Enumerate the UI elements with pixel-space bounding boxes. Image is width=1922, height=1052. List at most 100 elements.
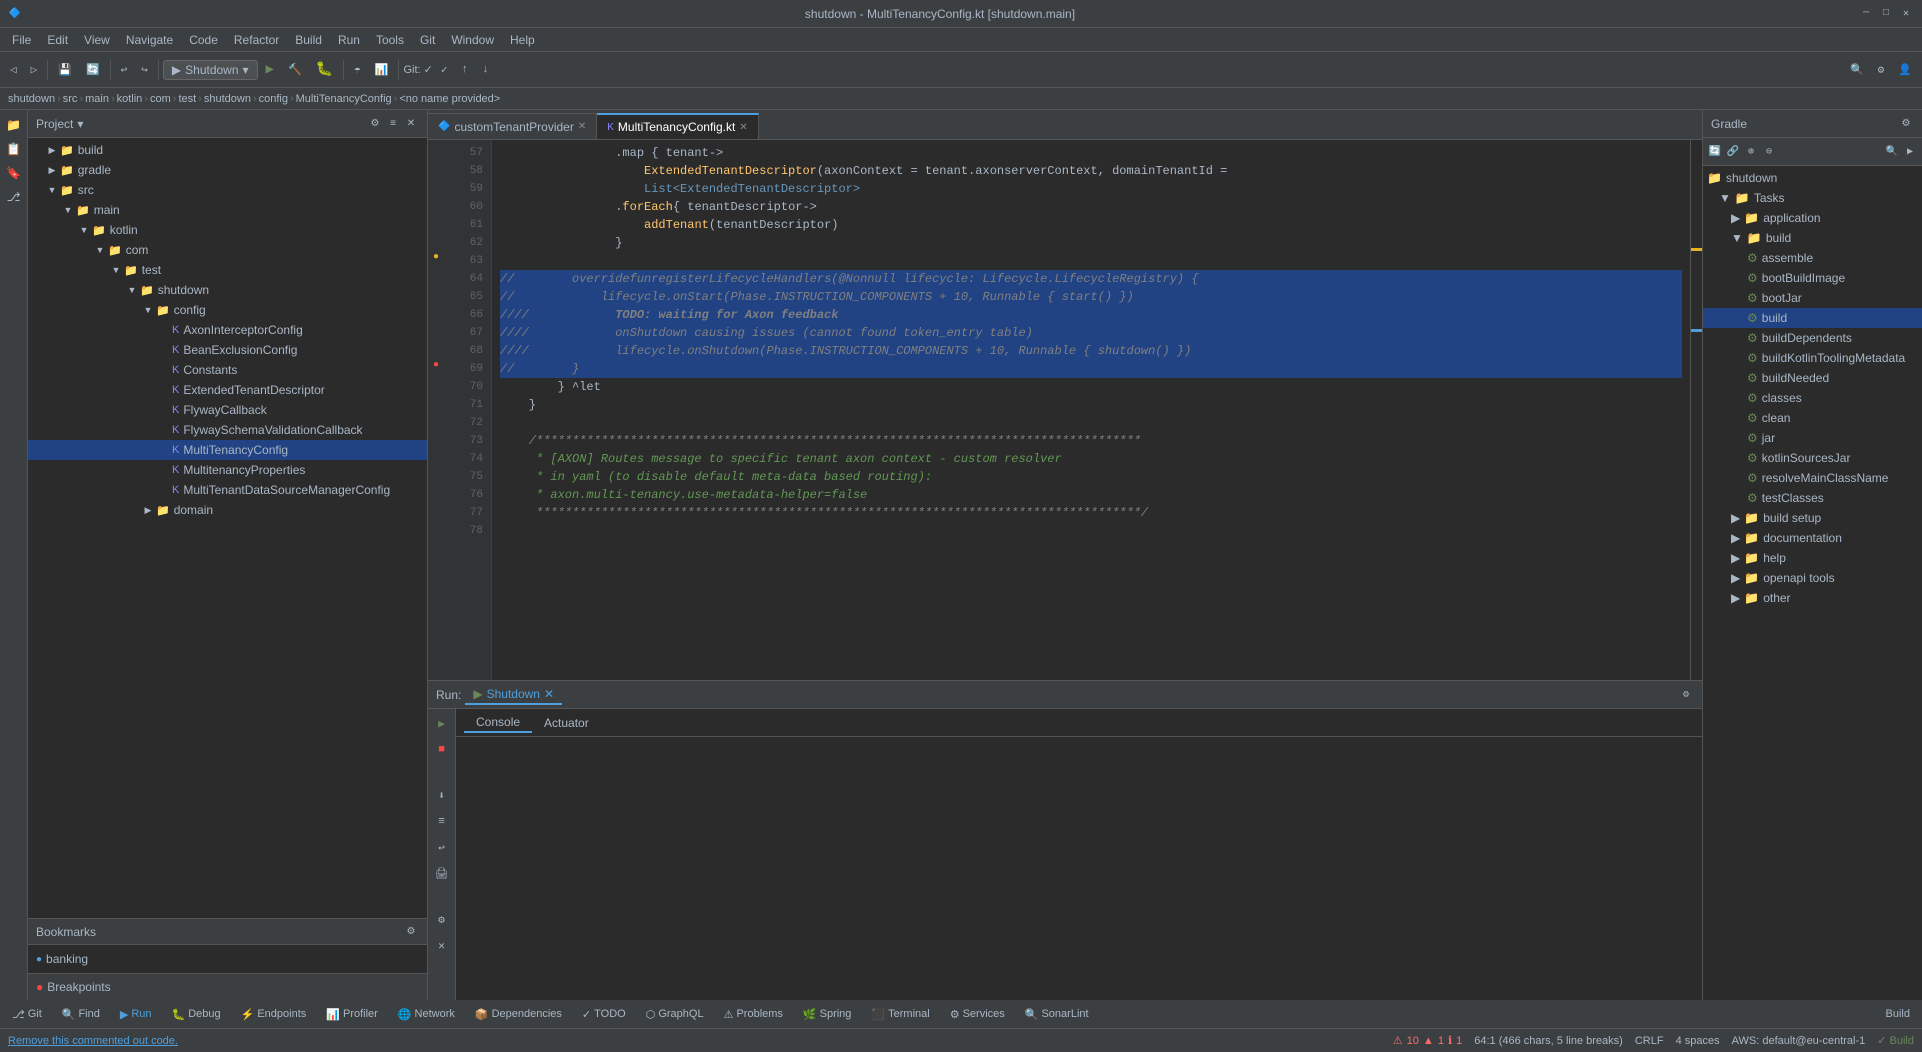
menu-build[interactable]: Build xyxy=(287,31,330,49)
search-everywhere-btn[interactable]: 🔍 xyxy=(1844,57,1870,83)
debug-button[interactable]: 🐛 xyxy=(310,57,339,83)
git-pull-btn[interactable]: ↓ xyxy=(476,57,495,83)
tree-item-shutdown[interactable]: ▼ 📁 shutdown xyxy=(28,280,427,300)
gradle-item-help[interactable]: ▶ 📁 help xyxy=(1703,548,1922,568)
gradle-item-buildsetup[interactable]: ▶ 📁 build setup xyxy=(1703,508,1922,528)
tree-item-gradle[interactable]: ▶ 📁 gradle xyxy=(28,160,427,180)
gradle-item-tasks[interactable]: ▼ 📁 Tasks xyxy=(1703,188,1922,208)
breadcrumb-item-test[interactable]: test xyxy=(178,93,196,105)
breadcrumb-item-com[interactable]: com xyxy=(150,93,171,105)
avatar-btn[interactable]: 👤 xyxy=(1892,57,1918,83)
gradle-search-btn[interactable]: 🔍 xyxy=(1884,144,1900,160)
profiler-tool-btn[interactable]: 📊 Profiler xyxy=(318,1006,386,1023)
bookmarks-settings[interactable]: ⚙ xyxy=(403,924,419,940)
notification-text[interactable]: Remove this commented out code. xyxy=(8,1035,178,1047)
menu-navigate[interactable]: Navigate xyxy=(118,31,181,49)
endpoints-tool-btn[interactable]: ⚡ Endpoints xyxy=(233,1006,315,1023)
gradle-refresh-btn[interactable]: 🔄 xyxy=(1707,144,1723,160)
breadcrumb-item-src[interactable]: src xyxy=(63,93,78,105)
gradle-expand-btn[interactable]: ⊕ xyxy=(1743,144,1759,160)
todo-tool-btn[interactable]: ✓ TODO xyxy=(574,1006,634,1023)
problems-tool-btn[interactable]: ⚠ Problems xyxy=(716,1006,791,1023)
gradle-item-shutdown[interactable]: 📁 shutdown xyxy=(1703,168,1922,188)
gradle-task-buildkotlin[interactable]: ⚙ buildKotlinToolingMetadata xyxy=(1703,348,1922,368)
menu-tools[interactable]: Tools xyxy=(368,31,412,49)
spring-tool-btn[interactable]: 🌿 Spring xyxy=(795,1006,860,1023)
toolbar-profile-btn[interactable]: 📊 xyxy=(369,57,395,83)
run-shutdown-tab[interactable]: ▶ Shutdown ✕ xyxy=(465,685,562,705)
services-tool-btn[interactable]: ⚙ Services xyxy=(942,1006,1013,1023)
position-indicator[interactable]: 64:1 (466 chars, 5 line breaks) xyxy=(1474,1035,1623,1047)
tree-item-extended[interactable]: K ExtendedTenantDescriptor xyxy=(28,380,427,400)
gradle-item-documentation[interactable]: ▶ 📁 documentation xyxy=(1703,528,1922,548)
project-settings-btn[interactable]: ⚙ xyxy=(367,116,383,132)
project-strip-icon[interactable]: 📁 xyxy=(3,114,25,136)
git-strip-icon[interactable]: ⎇ xyxy=(3,186,25,208)
gradle-settings-btn[interactable]: ⚙ xyxy=(1898,116,1914,132)
toolbar-undo-btn[interactable]: ↩ xyxy=(115,57,134,83)
tree-item-bean[interactable]: K BeanExclusionConfig xyxy=(28,340,427,360)
tab-multitenancy-config[interactable]: K MultiTenancyConfig.kt ✕ xyxy=(597,113,758,139)
menu-file[interactable]: File xyxy=(4,31,39,49)
title-bar-controls[interactable]: ─ □ ✕ xyxy=(1858,6,1914,22)
structure-strip-icon[interactable]: 📋 xyxy=(3,138,25,160)
run-stop-btn[interactable]: ■ xyxy=(431,739,453,761)
gradle-task-buildneeded[interactable]: ⚙ buildNeeded xyxy=(1703,368,1922,388)
find-tool-btn[interactable]: 🔍 Find xyxy=(54,1006,108,1023)
tree-item-flyway[interactable]: K FlywayCallback xyxy=(28,400,427,420)
breadcrumb-item-shutdown[interactable]: shutdown xyxy=(8,93,55,105)
run-scroll-btn[interactable]: ⬇ xyxy=(431,785,453,807)
gradle-task-build[interactable]: ⚙ build xyxy=(1703,308,1922,328)
gradle-item-other[interactable]: ▶ 📁 other xyxy=(1703,588,1922,608)
git-push-btn[interactable]: ↑ xyxy=(455,57,474,83)
tree-item-domain[interactable]: ▶ 📁 domain xyxy=(28,500,427,520)
breadcrumb-item-main[interactable]: main xyxy=(85,93,109,105)
breadcrumb-item-shutdown2[interactable]: shutdown xyxy=(204,93,251,105)
gradle-run-btn[interactable]: ▶ xyxy=(1902,144,1918,160)
run-tool-btn[interactable]: ▶ Run xyxy=(112,1006,160,1023)
run-settings-btn[interactable]: ⚙ xyxy=(431,909,453,931)
menu-help[interactable]: Help xyxy=(502,31,543,49)
build-tool-btn[interactable]: Build xyxy=(1878,1006,1918,1022)
gradle-item-openapi[interactable]: ▶ 📁 openapi tools xyxy=(1703,568,1922,588)
gradle-task-kotlinsourcesjar[interactable]: ⚙ kotlinSourcesJar xyxy=(1703,448,1922,468)
run-play-btn[interactable]: ▶ xyxy=(431,713,453,735)
menu-edit[interactable]: Edit xyxy=(39,31,76,49)
project-collapse-btn[interactable]: ≡ xyxy=(385,116,401,132)
graphql-tool-btn[interactable]: ⬡ GraphQL xyxy=(638,1006,712,1023)
tree-item-build[interactable]: ▶ 📁 build xyxy=(28,140,427,160)
git-commit-btn[interactable]: ✓ xyxy=(435,57,454,83)
menu-git[interactable]: Git xyxy=(412,31,443,49)
breadcrumb-item-kotlin[interactable]: kotlin xyxy=(117,93,143,105)
toolbar-save-btn[interactable]: 💾 xyxy=(52,57,78,83)
run-print-btn[interactable]: 🖨 xyxy=(431,863,453,885)
menu-code[interactable]: Code xyxy=(181,31,226,49)
run-button[interactable]: ▶ xyxy=(260,57,280,83)
bookmarks-strip-icon[interactable]: 🔖 xyxy=(3,162,25,184)
tree-item-test[interactable]: ▼ 📁 test xyxy=(28,260,427,280)
code-content[interactable]: .map { tenant-> ExtendedTenantDescriptor… xyxy=(492,140,1690,680)
gradle-item-build[interactable]: ▼ 📁 build xyxy=(1703,228,1922,248)
build-button[interactable]: 🔨 xyxy=(282,57,308,83)
settings-btn[interactable]: ⚙ xyxy=(1872,57,1891,83)
gradle-collapse-btn[interactable]: ⊖ xyxy=(1761,144,1777,160)
sonarlint-tool-btn[interactable]: 🔍 SonarLint xyxy=(1017,1006,1097,1023)
run-close-btn[interactable]: ✕ xyxy=(431,935,453,957)
aws-indicator[interactable]: AWS: default@eu-central-1 xyxy=(1732,1035,1866,1047)
tree-item-multitenancy-props[interactable]: K MultitenancyProperties xyxy=(28,460,427,480)
run-config-selector[interactable]: ▶ Shutdown ▾ xyxy=(163,60,258,80)
tree-item-flyway-schema[interactable]: K FlywaySchemaValidationCallback xyxy=(28,420,427,440)
tree-item-multitenant-datasource[interactable]: K MultiTenantDataSourceManagerConfig xyxy=(28,480,427,500)
tree-item-constants[interactable]: K Constants xyxy=(28,360,427,380)
bookmark-banking[interactable]: ● banking xyxy=(36,949,419,969)
tab-close-active-btn[interactable]: ✕ xyxy=(739,122,747,133)
tree-item-com[interactable]: ▼ 📁 com xyxy=(28,240,427,260)
tab-close-btn[interactable]: ✕ xyxy=(578,121,586,132)
gradle-task-clean[interactable]: ⚙ clean xyxy=(1703,408,1922,428)
gradle-item-application[interactable]: ▶ 📁 application xyxy=(1703,208,1922,228)
git-tool-btn[interactable]: ⎇ Git xyxy=(4,1006,50,1023)
encoding-indicator[interactable]: CRLF xyxy=(1635,1035,1664,1047)
tree-item-axon[interactable]: K AxonInterceptorConfig xyxy=(28,320,427,340)
close-button[interactable]: ✕ xyxy=(1898,6,1914,22)
tree-item-config[interactable]: ▼ 📁 config xyxy=(28,300,427,320)
